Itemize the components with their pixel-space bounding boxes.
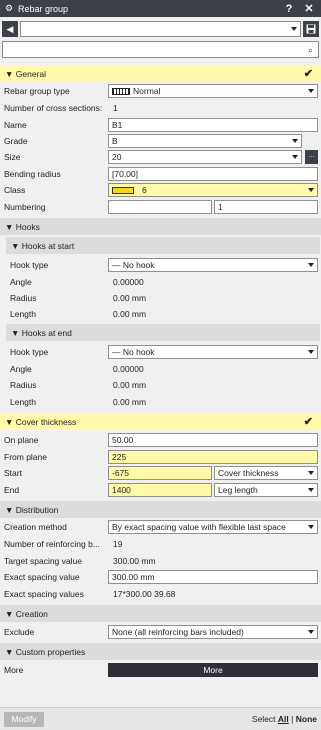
grade-select[interactable]: B — [108, 134, 302, 148]
creation-method-select[interactable]: By exact spacing value with flexible las… — [108, 520, 318, 534]
start-type-select[interactable]: Cover thickness — [214, 466, 318, 480]
row-numbering: Numbering 1 — [0, 199, 321, 215]
search-input[interactable]: ⌕ — [2, 41, 319, 58]
rebar-group-type-select[interactable]: Normal — [108, 84, 318, 98]
collapse-arrow-icon: ▼ — [5, 417, 16, 427]
hook-type-end-select[interactable]: — No hook — [108, 345, 318, 359]
row-from-plane: From plane 225 — [0, 449, 321, 465]
row-exact-spacing: Exact spacing value 300.00 mm — [0, 569, 321, 585]
section-creation[interactable]: ▼ Creation — [0, 605, 321, 622]
end-field[interactable]: 1400 — [108, 483, 212, 497]
row-number-of-bars: Number of reinforcing b... 19 — [4, 539, 123, 549]
section-hooks[interactable]: ▼ Hooks — [0, 218, 321, 235]
end-type-select[interactable]: Leg length — [214, 483, 318, 497]
back-arrow-icon: ◀ — [6, 23, 14, 34]
toolbar: ◀ — [2, 21, 319, 37]
row-target-spacing: Target spacing value 300.00 mm — [4, 556, 156, 566]
row-angle-end: Angle 0.00000 — [10, 364, 144, 374]
close-button[interactable]: ✕ — [302, 2, 316, 15]
chevron-down-icon — [292, 155, 298, 159]
row-length-end: Length 0.00 mm — [10, 397, 147, 407]
row-hook-type-end: Hook type — No hook — [0, 344, 321, 360]
collapse-arrow-icon: ▼ — [5, 222, 16, 232]
collapse-arrow-icon: ▼ — [11, 328, 22, 338]
numbering-start-field[interactable]: 1 — [214, 200, 318, 214]
footer: Modify Select All | None — [0, 707, 321, 730]
row-end: End 1400 Leg length — [0, 482, 321, 498]
exclude-select[interactable]: None (all reinforcing bars included) — [108, 625, 318, 639]
row-start: Start -675 Cover thickness — [0, 465, 321, 481]
row-name: Name B1 — [0, 117, 321, 133]
collapse-arrow-icon: ▼ — [5, 69, 16, 79]
from-plane-field[interactable]: 225 — [108, 450, 318, 464]
window-title: Rebar group — [18, 3, 69, 14]
row-radius-start: Radius 0.00 mm — [10, 293, 147, 303]
check-icon: ✔ — [303, 68, 313, 80]
collapse-arrow-icon: ▼ — [5, 647, 16, 657]
search-icon: ⌕ — [307, 45, 313, 55]
select-all-link[interactable]: All — [278, 714, 289, 724]
chevron-down-icon — [308, 525, 314, 529]
row-grade: Grade B — [0, 133, 321, 149]
row-hook-type-start: Hook type — No hook — [0, 257, 321, 273]
size-browse-button[interactable]: ... — [305, 150, 318, 164]
gear-icon: ⚙ — [5, 3, 14, 13]
name-field[interactable]: B1 — [108, 118, 318, 132]
exact-spacing-field[interactable]: 300.00 mm — [108, 570, 318, 584]
section-hooks-at-end[interactable]: ▼ Hooks at end — [6, 324, 320, 341]
class-color-swatch — [112, 187, 134, 195]
section-hooks-at-start[interactable]: ▼ Hooks at start — [6, 237, 320, 254]
row-size: Size 20 ... — [0, 149, 321, 165]
hook-type-start-select[interactable]: — No hook — [108, 258, 318, 272]
collapse-arrow-icon: ▼ — [5, 609, 16, 619]
object-combo[interactable] — [20, 21, 301, 37]
chevron-down-icon — [308, 89, 314, 93]
section-general[interactable]: ▼ General ✔ — [0, 65, 321, 82]
numbering-prefix-field[interactable] — [108, 200, 212, 214]
row-radius-end: Radius 0.00 mm — [10, 380, 147, 390]
section-cover-thickness[interactable]: ▼ Cover thickness ✔ — [0, 413, 321, 430]
row-number-of-cross-sections: Number of cross sections: 1 — [4, 103, 118, 113]
help-button[interactable]: ? — [282, 3, 296, 15]
more-button[interactable]: More — [108, 663, 318, 677]
row-creation-method: Creation method By exact spacing value w… — [0, 519, 321, 535]
modify-button[interactable]: Modify — [4, 712, 44, 727]
section-distribution[interactable]: ▼ Distribution — [0, 501, 321, 518]
chevron-down-icon — [308, 263, 314, 267]
select-links: Select All | None — [251, 714, 317, 724]
row-on-plane: On plane 50.00 — [0, 432, 321, 448]
chevron-down-icon — [308, 350, 314, 354]
row-exact-spacing-values: Exact spacing values 17*300.00 39.68 — [4, 589, 176, 599]
chevron-down-icon — [308, 471, 314, 475]
chevron-down-icon — [292, 139, 298, 143]
row-class: Class 6 — [0, 182, 321, 198]
chevron-down-icon — [308, 488, 314, 492]
section-custom-properties[interactable]: ▼ Custom properties — [0, 643, 321, 660]
row-length-start: Length 0.00 mm — [10, 309, 147, 319]
back-button[interactable]: ◀ — [2, 21, 18, 37]
chevron-down-icon — [291, 27, 297, 31]
row-rebar-group-type: Rebar group type Normal — [0, 83, 321, 99]
bending-radius-field[interactable]: [70.00] — [108, 167, 318, 181]
row-exclude: Exclude None (all reinforcing bars inclu… — [0, 624, 321, 640]
select-none-link[interactable]: None — [296, 714, 317, 724]
class-select[interactable]: 6 — [108, 183, 318, 197]
check-icon: ✔ — [303, 416, 313, 428]
row-bending-radius: Bending radius [70.00] — [0, 166, 321, 182]
rebar-group-icon — [112, 88, 130, 96]
chevron-down-icon — [308, 188, 314, 192]
title-bar: ⚙ Rebar group ? ✕ — [0, 0, 321, 17]
collapse-arrow-icon: ▼ — [11, 241, 22, 251]
properties-panel[interactable]: ▼ General ✔ Rebar group type Normal Numb… — [0, 63, 321, 703]
save-icon — [306, 24, 316, 34]
on-plane-field[interactable]: 50.00 — [108, 433, 318, 447]
save-button[interactable] — [303, 21, 319, 37]
chevron-down-icon — [308, 630, 314, 634]
collapse-arrow-icon: ▼ — [5, 505, 16, 515]
start-field[interactable]: -675 — [108, 466, 212, 480]
row-more: More More — [0, 662, 321, 678]
size-select[interactable]: 20 — [108, 150, 302, 164]
row-angle-start: Angle 0.00000 — [10, 277, 144, 287]
